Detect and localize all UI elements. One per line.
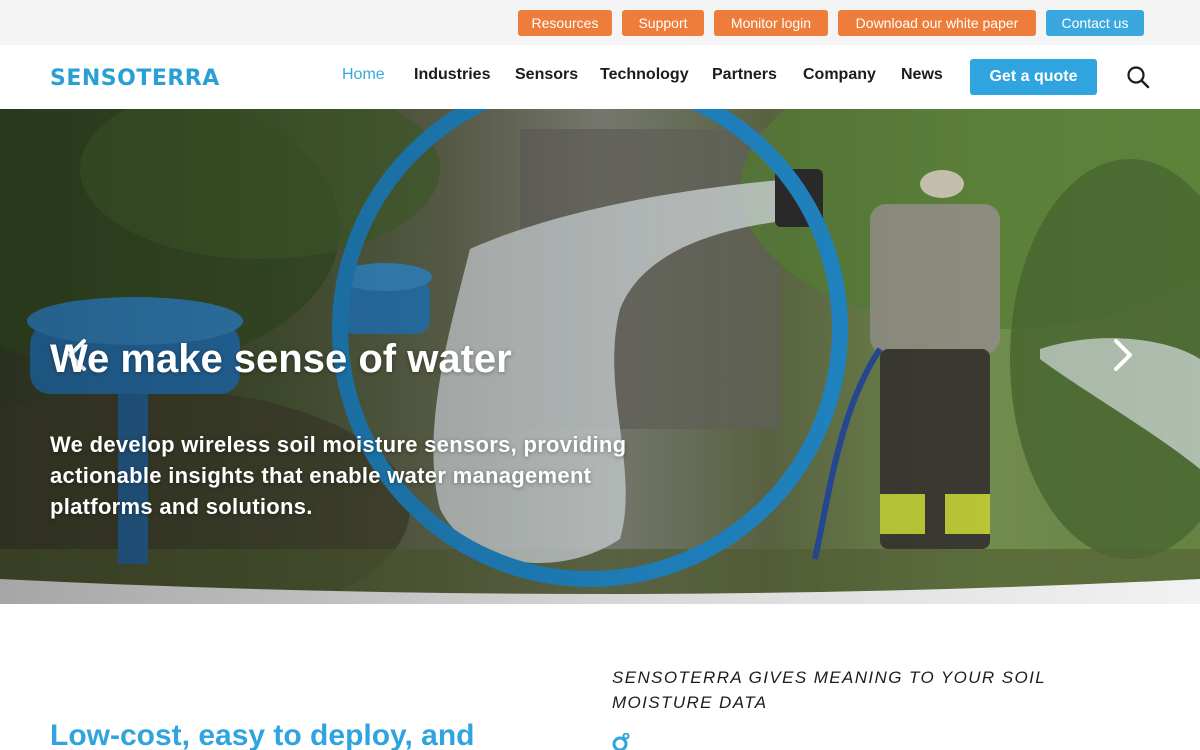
get-a-quote-button[interactable]: Get a quote <box>970 59 1097 95</box>
nav-item-sensors[interactable]: Sensors <box>515 66 578 84</box>
hero-subtitle: We develop wireless soil moisture sensor… <box>50 432 627 519</box>
hero-title: We make sense of water <box>50 337 512 381</box>
main-nav: SENSOTERRA Home Industries Sensors Techn… <box>0 45 1200 109</box>
sensor-icon <box>611 732 631 750</box>
nav-item-partners[interactable]: Partners <box>712 66 777 84</box>
white-paper-button[interactable]: Download our white paper <box>838 10 1036 36</box>
search-icon[interactable] <box>1126 65 1150 89</box>
hero-slider: We make sense of water We develop wirele… <box>0 109 1200 604</box>
support-button[interactable]: Support <box>622 10 704 36</box>
chevron-right-icon[interactable] <box>1102 335 1142 375</box>
nav-item-news[interactable]: News <box>901 66 943 84</box>
nav-item-industries[interactable]: Industries <box>414 66 490 84</box>
nav-item-home[interactable]: Home <box>342 66 385 84</box>
contact-us-button[interactable]: Contact us <box>1046 10 1144 36</box>
nav-item-technology[interactable]: Technology <box>600 66 689 84</box>
utility-bar: Resources Support Monitor login Download… <box>0 0 1200 45</box>
logo-text: SENSOTERRA <box>50 65 220 91</box>
section-eyebrow: SENSOTERRA GIVES MEANING TO YOUR SOIL MO… <box>612 668 1046 712</box>
resources-button[interactable]: Resources <box>518 10 612 36</box>
sensoterra-logo[interactable]: SENSOTERRA <box>50 65 220 91</box>
monitor-login-button[interactable]: Monitor login <box>714 10 828 36</box>
section-heading: Low-cost, easy to deploy, and <box>50 719 475 750</box>
nav-item-company[interactable]: Company <box>803 66 876 84</box>
